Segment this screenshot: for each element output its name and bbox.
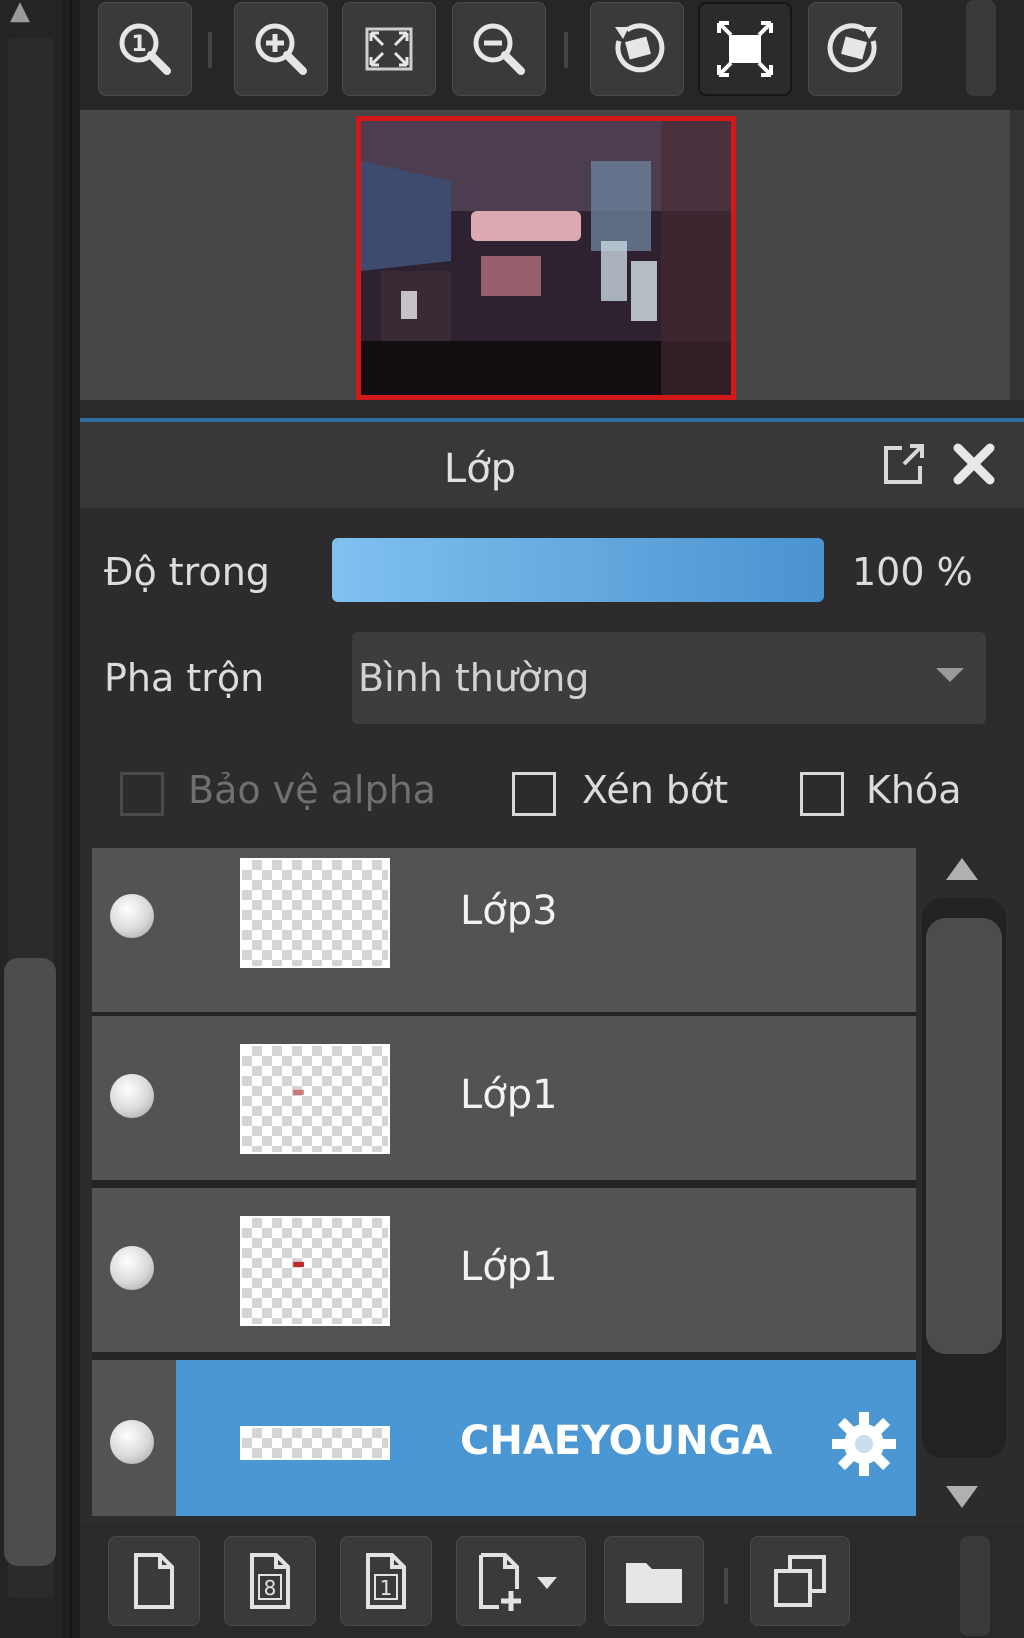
opacity-label: Độ trong xyxy=(104,550,270,594)
popout-button[interactable] xyxy=(880,440,928,488)
clipping-checkbox[interactable] xyxy=(512,772,556,816)
page-8-digit: 8 xyxy=(264,1576,277,1600)
panel-separator xyxy=(80,400,1024,418)
svg-text:1: 1 xyxy=(131,32,146,57)
visibility-toggle-icon[interactable] xyxy=(110,1246,154,1290)
layer-name: Lớp3 xyxy=(460,888,558,934)
layer-name: Lớp1 xyxy=(460,1072,558,1118)
page-8-icon: 8 xyxy=(250,1553,290,1609)
protect-alpha-label: Bảo vệ alpha xyxy=(188,768,436,812)
thumbnail-mark: ▬ xyxy=(292,1084,306,1100)
fit-window-icon xyxy=(365,27,413,71)
navigator-viewport-frame[interactable] xyxy=(356,116,736,400)
visibility-toggle-icon[interactable] xyxy=(110,894,154,938)
toolbar-grip[interactable] xyxy=(960,1536,990,1636)
scroll-up-arrow-icon[interactable]: ▲ xyxy=(0,0,40,26)
navigator-edge xyxy=(1010,110,1024,400)
layer-name: CHAEYOUNGA xyxy=(460,1418,773,1464)
layer-thumbnail: ▬ xyxy=(240,1216,390,1326)
layer-row[interactable]: ▬ Lớp1 xyxy=(92,1016,916,1180)
new-folder-button[interactable] xyxy=(604,1536,704,1626)
zoom-out-button[interactable] xyxy=(452,2,546,96)
blend-mode-value: Bình thường xyxy=(358,656,590,700)
zoom-1-icon: 1 xyxy=(119,23,171,75)
splitter-line xyxy=(70,0,72,1638)
duplicate-layer-button[interactable] xyxy=(750,1536,850,1626)
lock-checkbox[interactable] xyxy=(800,772,844,816)
panel-title: Lớp xyxy=(443,446,517,492)
folder-icon xyxy=(626,1563,682,1603)
rotate-right-icon xyxy=(827,23,877,73)
left-scroll-thumb[interactable] xyxy=(4,958,56,1566)
toolbar-grip[interactable] xyxy=(966,0,996,96)
new-layer-button[interactable] xyxy=(108,1536,200,1626)
scroll-up-icon[interactable] xyxy=(946,858,978,880)
layer-row[interactable]: Lớp3 xyxy=(92,848,916,1012)
zoom-in-button[interactable] xyxy=(234,2,328,96)
page-add-icon xyxy=(479,1553,557,1611)
scroll-down-icon[interactable] xyxy=(946,1486,978,1508)
fit-to-window-button[interactable] xyxy=(342,2,436,96)
new-page-icon xyxy=(134,1553,174,1609)
zoom-out-icon xyxy=(473,23,525,75)
chevron-down-icon xyxy=(936,668,964,682)
opacity-slider[interactable] xyxy=(332,538,824,602)
canvas-thumbnail xyxy=(361,121,731,395)
layer-thumbnail xyxy=(240,858,390,968)
visibility-toggle-icon[interactable] xyxy=(110,1420,154,1464)
duplicate-icon xyxy=(774,1555,826,1607)
page-1-icon: 1 xyxy=(366,1553,406,1609)
visibility-toggle-icon[interactable] xyxy=(110,1074,154,1118)
rotate-left-icon xyxy=(615,23,665,73)
layer-row-selected[interactable]: CHAEYOUNGA xyxy=(92,1360,916,1516)
new-1bit-layer-button[interactable]: 1 xyxy=(340,1536,432,1626)
close-icon xyxy=(953,443,995,485)
expand-icon xyxy=(717,21,773,77)
layers-list: Lớp3 ▬ Lớp1 ▬ Lớp1 CHAEYOUNGA xyxy=(92,848,916,1516)
rotate-right-button[interactable] xyxy=(808,2,902,96)
page-1-digit: 1 xyxy=(380,1576,393,1600)
clipping-label: Xén bớt xyxy=(582,768,729,812)
thumbnail-mark: ▬ xyxy=(292,1256,306,1272)
layer-thumbnail: ▬ xyxy=(240,1044,390,1154)
external-link-icon xyxy=(884,444,924,484)
lock-label: Khóa xyxy=(866,768,962,812)
layer-row[interactable]: ▬ Lớp1 xyxy=(92,1188,916,1352)
layer-thumbnail xyxy=(240,1426,390,1460)
new-8bit-layer-button[interactable]: 8 xyxy=(224,1536,316,1626)
rotate-left-button[interactable] xyxy=(590,2,684,96)
layer-name: Lớp1 xyxy=(460,1244,558,1290)
gear-icon[interactable] xyxy=(828,1408,900,1480)
add-layer-dropdown-button[interactable] xyxy=(456,1536,586,1626)
close-panel-button[interactable] xyxy=(948,438,1000,490)
zoom-actual-size-button[interactable]: 1 xyxy=(98,2,192,96)
blend-label: Pha trộn xyxy=(104,656,265,700)
layers-scroll-thumb[interactable] xyxy=(926,918,1002,1354)
protect-alpha-checkbox[interactable] xyxy=(120,772,164,816)
opacity-value: 100 % xyxy=(852,550,973,594)
navigator-toolbar: 1 xyxy=(80,0,1024,110)
flip-canvas-button[interactable] xyxy=(698,2,792,96)
zoom-in-icon xyxy=(255,23,307,75)
